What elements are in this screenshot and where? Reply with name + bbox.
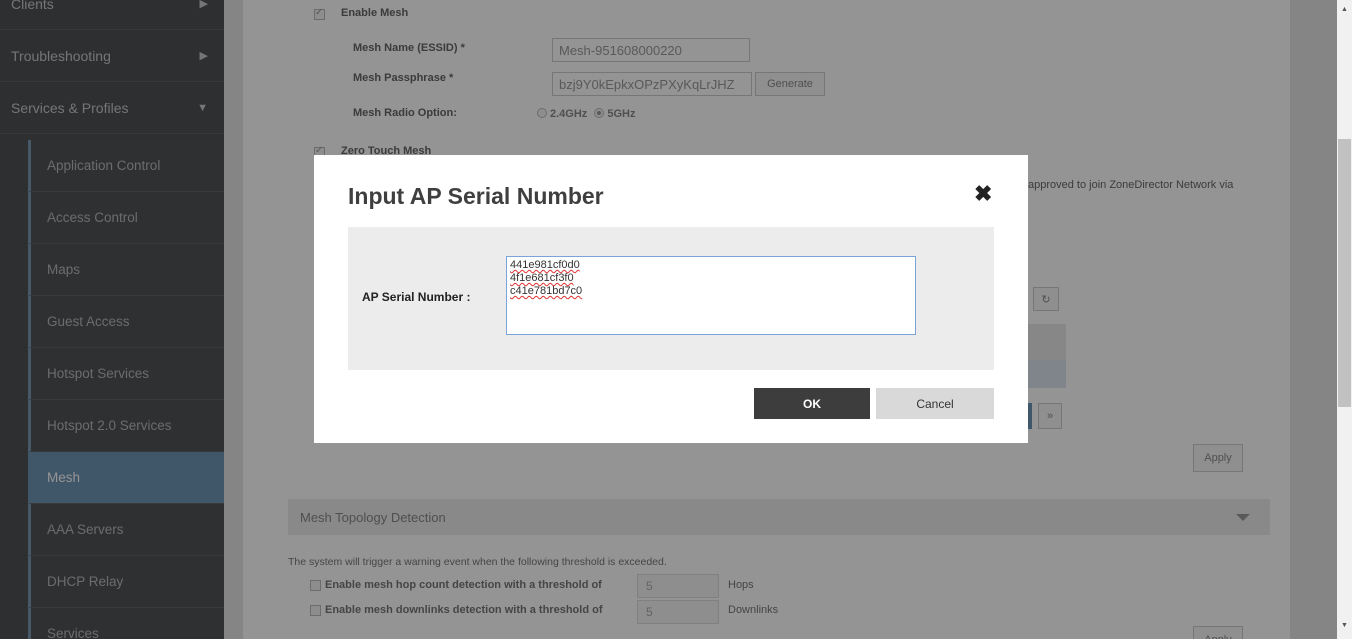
close-icon[interactable]: ✖ [974,181,992,207]
dialog-body: AP Serial Number : 441e981cf0d0 4f1e681c… [348,227,994,370]
ok-button[interactable]: OK [754,388,870,419]
page-scrollbar[interactable]: ▲ ▼ [1337,0,1352,639]
cancel-button[interactable]: Cancel [876,388,994,419]
serial-number-textarea[interactable]: 441e981cf0d0 4f1e681cf3f0 c41e781bd7c0 [506,256,916,335]
scrollbar-thumb[interactable] [1338,139,1351,407]
input-ap-serial-dialog: Input AP Serial Number ✖ AP Serial Numbe… [314,155,1028,443]
serial-number-label: AP Serial Number : [362,290,471,304]
scroll-down-arrow-icon[interactable]: ▼ [1337,622,1352,636]
dialog-title: Input AP Serial Number [348,183,604,209]
scroll-up-arrow-icon[interactable]: ▲ [1337,6,1352,20]
